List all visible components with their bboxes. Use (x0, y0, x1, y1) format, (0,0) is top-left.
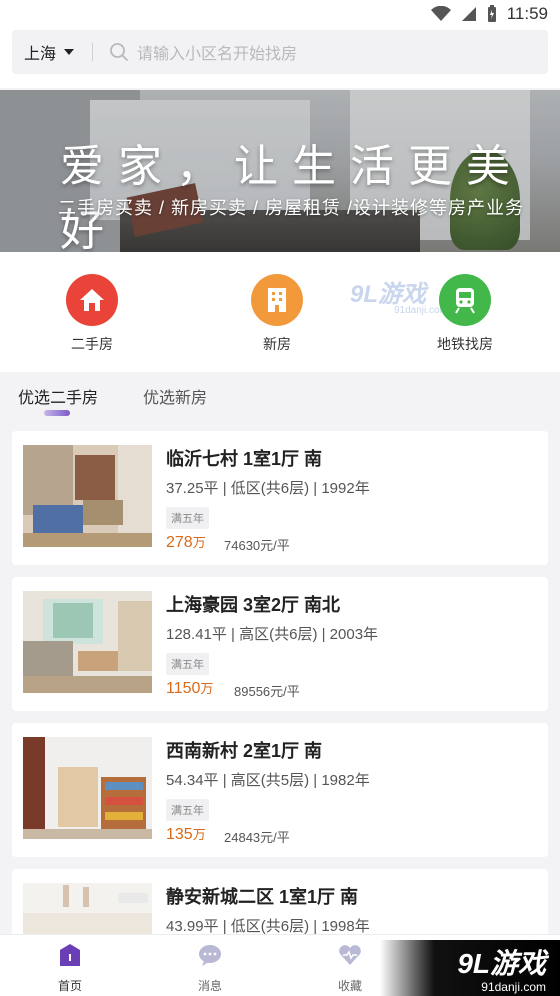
home-icon (60, 944, 80, 966)
listing-price-unit: 万 (192, 827, 206, 842)
nav-label: 首页 (57, 979, 82, 993)
signal-icon (461, 7, 476, 21)
listing-price-value: 278 (166, 534, 193, 551)
search-bar: 上海 请输入小区名开始找房 (12, 30, 548, 74)
message-icon (199, 945, 221, 966)
tab-second-hand[interactable]: 优选二手房 (18, 384, 98, 408)
category-row: 二手房 新房 9L游戏 91danji.com 地铁找房 (0, 252, 560, 372)
listing-price: 1150万 (166, 678, 213, 698)
listing-card[interactable]: 上海豪园 3室2厅 南北 128.41平 | 高区(共6层) | 2003年 满… (12, 577, 548, 711)
listing-photo (23, 591, 152, 693)
listing-title: 上海豪园 3室2厅 南北 (166, 595, 341, 615)
house-icon (66, 274, 118, 326)
building-icon (251, 274, 303, 326)
wifi-icon (430, 6, 451, 21)
listing-card[interactable]: 临沂七村 1室1厅 南 37.25平 | 低区(共6层) | 1992年 满五年… (12, 431, 548, 565)
category-label: 地铁找房 (437, 336, 493, 352)
train-icon (439, 274, 491, 326)
city-label: 上海 (24, 46, 57, 63)
category-label: 新房 (263, 336, 291, 352)
category-subway[interactable]: 地铁找房 (415, 274, 515, 354)
promo-banner[interactable]: 爱家，让生活更美好 二手房买卖 / 新房买卖 / 房屋租赁 /设计装修等房产业务 (0, 90, 560, 252)
search-divider (92, 43, 94, 61)
heart-icon (339, 945, 361, 965)
listing-price-unit: 万 (200, 681, 214, 696)
banner-subtitle: 二手房买卖 / 新房买卖 / 房屋租赁 /设计装修等房产业务 (58, 198, 525, 218)
listing-info: 43.99平 | 低区(共6层) | 1998年 (166, 918, 370, 935)
listing-price-unit: 万 (192, 535, 206, 550)
listing-card[interactable]: 西南新村 2室1厅 南 54.34平 | 高区(共5层) | 1982年 满五年… (12, 723, 548, 857)
listing-tag: 满五年 (166, 653, 209, 675)
nav-label: 收藏 (337, 979, 362, 993)
listing-title: 临沂七村 1室1厅 南 (166, 449, 323, 469)
listing-price: 135万 (166, 824, 206, 844)
listing-tag: 满五年 (166, 799, 209, 821)
nav-label: 消息 (197, 979, 222, 993)
status-time: 11:59 (506, 4, 548, 23)
listing-tabs: 优选二手房 优选新房 (0, 372, 560, 428)
battery-icon (487, 5, 496, 22)
status-bar: 11:59 (0, 0, 560, 28)
nav-home[interactable]: 首页 (30, 943, 110, 994)
listing-price-value: 135 (166, 826, 193, 843)
category-new-home[interactable]: 新房 (227, 274, 327, 354)
category-label: 二手房 (71, 336, 113, 352)
search-input[interactable]: 请输入小区名开始找房 (137, 40, 297, 64)
listing-photo (23, 445, 152, 547)
listing-price: 278万 (166, 532, 206, 552)
listing-info: 128.41平 | 高区(共6层) | 2003年 (166, 626, 379, 643)
caret-down-icon (64, 49, 75, 55)
corner-watermark-brand: 9L游戏 (457, 948, 546, 979)
listing-info: 37.25平 | 低区(共6层) | 1992年 (166, 480, 370, 497)
city-selector[interactable]: 上海 (12, 40, 75, 64)
category-second-hand[interactable]: 二手房 (42, 274, 142, 354)
tab-new-home[interactable]: 优选新房 (143, 384, 207, 408)
nav-favorites[interactable]: 收藏 (310, 943, 390, 994)
listing-price-value: 1150 (166, 680, 201, 697)
listing-unit-price: 74630元/平 (224, 538, 290, 553)
corner-watermark-domain: 91danji.com (481, 980, 546, 994)
listing-photo (23, 737, 152, 839)
listing-title: 静安新城二区 1室1厅 南 (166, 887, 359, 907)
listing-tag: 满五年 (166, 507, 209, 529)
nav-messages[interactable]: 消息 (170, 943, 250, 994)
banner-title: 爱家，让生活更美好 (60, 141, 524, 252)
corner-watermark: 9L游戏 91danji.com (380, 940, 560, 996)
tab-indicator (44, 410, 70, 416)
search-icon (110, 43, 128, 61)
listing-unit-price: 24843元/平 (224, 830, 290, 845)
listing-info: 54.34平 | 高区(共5层) | 1982年 (166, 772, 370, 789)
listing-unit-price: 89556元/平 (234, 684, 300, 699)
search-header: 上海 请输入小区名开始找房 (0, 28, 560, 88)
listing-title: 西南新村 2室1厅 南 (166, 741, 323, 761)
